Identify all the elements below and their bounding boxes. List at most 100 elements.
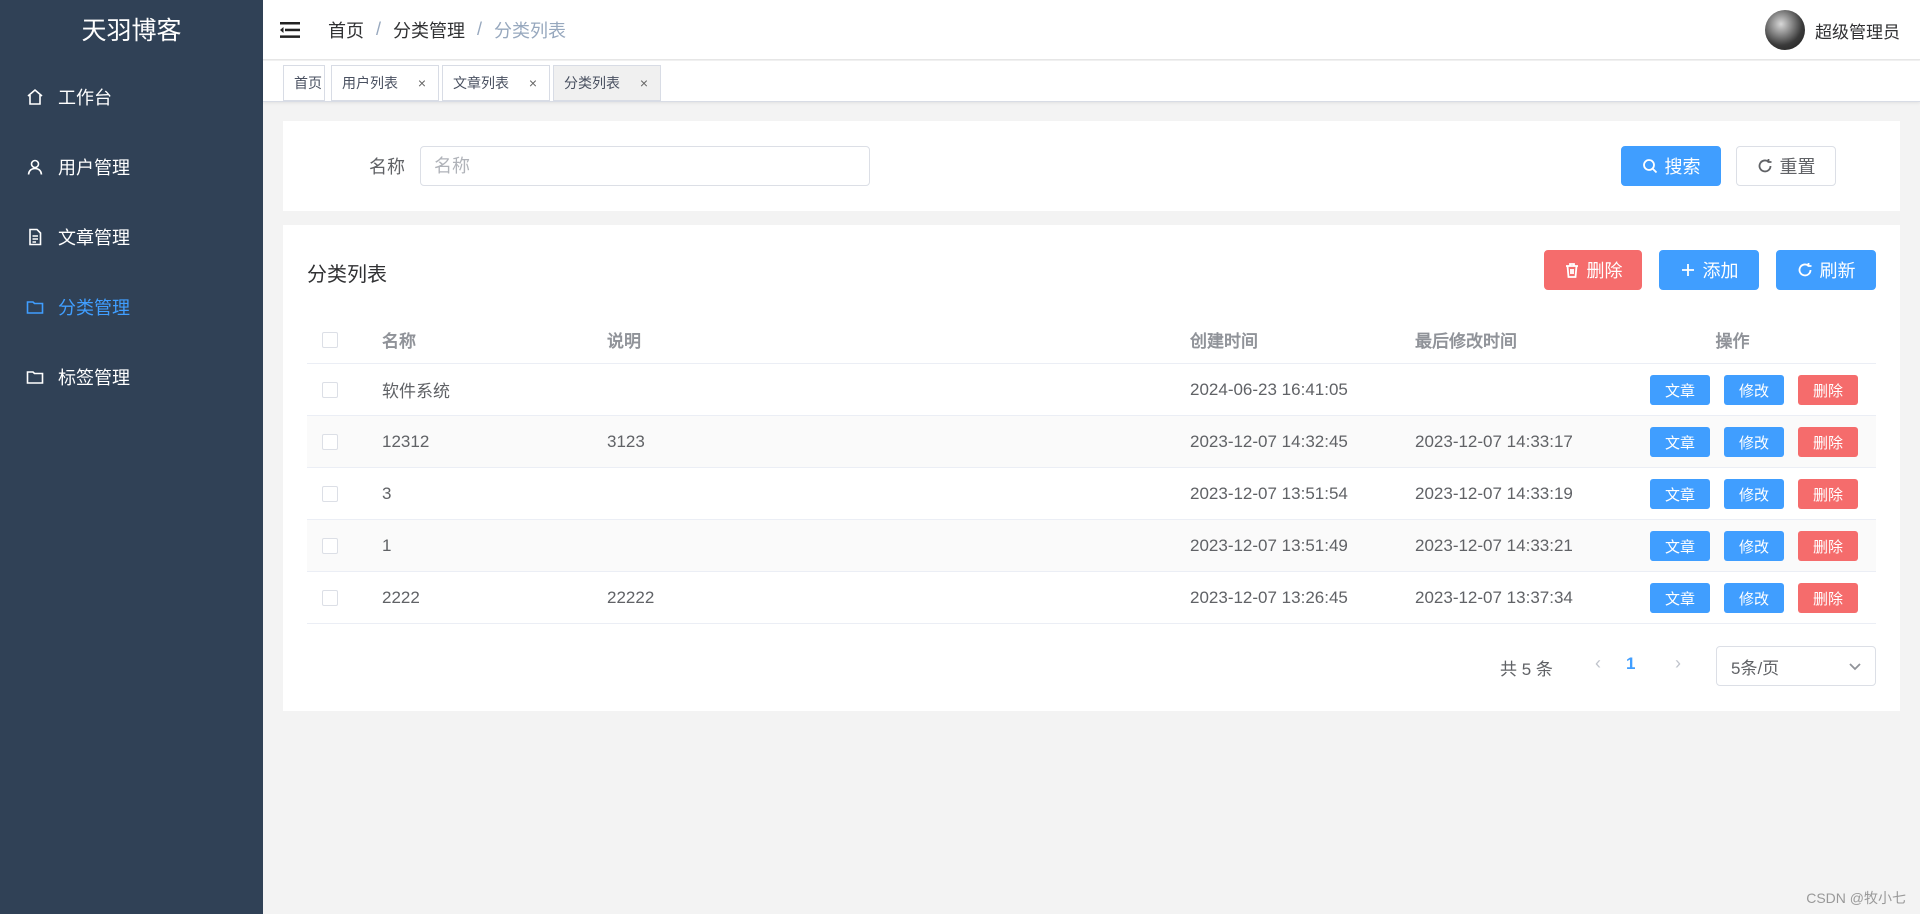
close-icon[interactable]: × [529,75,537,91]
close-icon[interactable]: × [418,75,426,91]
tab-category-list[interactable]: 分类列表 × [553,65,661,101]
search-icon [1642,159,1657,174]
sidebar-item-categories[interactable]: 分类管理 [0,272,263,342]
watermark: CSDN @牧小七 [1806,890,1906,906]
sidebar-item-tags[interactable]: 标签管理 [0,342,263,412]
sidebar-item-label: 用户管理 [58,158,130,178]
reset-button[interactable]: 重置 [1736,146,1836,186]
close-icon[interactable]: × [640,75,648,91]
app-logo-title: 天羽博客 [81,17,182,45]
user-icon [26,158,44,176]
page-size-select[interactable]: 5条/页 [1716,646,1876,686]
column-header-created: 创建时间 [1190,332,1258,351]
tab-label: 文章列表 [453,75,509,91]
cell-name: 1 [382,535,392,555]
row-checkbox[interactable] [322,485,338,502]
row-checkbox[interactable] [322,381,338,398]
row-checkbox[interactable] [322,433,338,450]
row-edit-button[interactable]: 修改 [1724,375,1784,405]
cell-name: 3 [382,483,392,503]
chevron-down-icon [1849,663,1861,671]
breadcrumb-separator: / [477,19,483,39]
batch-delete-button[interactable]: 删除 [1544,250,1642,290]
row-checkbox[interactable] [322,537,338,554]
cell-actions: 文章 修改 删除 [1619,520,1858,571]
sidebar-item-users[interactable]: 用户管理 [0,132,263,202]
refresh-icon [1758,159,1771,173]
tab-home[interactable]: 首页 [283,65,325,101]
row-delete-button[interactable]: 删除 [1798,479,1858,509]
sidebar-item-label: 标签管理 [58,368,130,388]
row-checkbox[interactable] [322,589,338,606]
cell-modified-time: 2023-12-07 13:37:34 [1415,587,1573,607]
cell-created-time: 2023-12-07 14:32:45 [1190,431,1348,451]
row-edit-button[interactable]: 修改 [1724,531,1784,561]
sidebar-item-label: 工作台 [58,88,112,108]
cell-actions: 文章 修改 删除 [1619,364,1858,415]
prev-page-button[interactable]: ‹ [1586,653,1610,677]
search-button[interactable]: 搜索 [1621,146,1721,186]
search-form: 名称 搜索 重置 [283,121,1900,211]
cell-created-time: 2023-12-07 13:51:49 [1190,535,1348,555]
page-number-1[interactable]: 1 [1626,654,1635,674]
sidebar-item-label: 分类管理 [58,298,130,318]
add-button[interactable]: 添加 [1659,250,1759,290]
table-header-row: 名称 说明 创建时间 最后修改时间 操作 [307,316,1876,364]
sidebar-item-workbench[interactable]: 工作台 [0,62,263,132]
cell-modified-time: 2023-12-07 14:33:21 [1415,535,1573,555]
row-delete-button[interactable]: 删除 [1798,583,1858,613]
search-button-label: 搜索 [1664,157,1701,177]
row-delete-button[interactable]: 删除 [1798,427,1858,457]
column-header-actions: 操作 [1715,332,1750,351]
row-article-button[interactable]: 文章 [1650,531,1710,561]
breadcrumb-category-management[interactable]: 分类管理 [393,17,465,43]
add-button-label: 添加 [1702,261,1739,281]
category-table-card: 分类列表 删除 添加 刷新 名称 说明 创建时间 最后修改时间 操作 软件系统 2… [283,225,1900,711]
row-article-button[interactable]: 文章 [1650,375,1710,405]
cell-name: 12312 [382,431,430,451]
row-article-button[interactable]: 文章 [1650,427,1710,457]
row-article-button[interactable]: 文章 [1650,583,1710,613]
cell-description: 3123 [607,431,645,451]
sidebar-item-articles[interactable]: 文章管理 [0,202,263,272]
row-edit-button[interactable]: 修改 [1724,479,1784,509]
row-article-button[interactable]: 文章 [1650,479,1710,509]
row-edit-button[interactable]: 修改 [1724,427,1784,457]
plus-icon [1681,264,1694,276]
cell-name: 2222 [382,587,420,607]
avatar[interactable] [1765,10,1805,50]
breadcrumb: 首页 / 分类管理 / 分类列表 [328,17,566,43]
hamburger-menu-icon[interactable] [280,21,300,39]
row-delete-button[interactable]: 删除 [1798,531,1858,561]
column-header-name: 名称 [382,332,416,351]
cell-description: 22222 [607,587,655,607]
pagination-total: 共 5 条 [1500,660,1553,679]
tab-user-list[interactable]: 用户列表 × [331,65,439,101]
cell-modified-time: 2023-12-07 14:33:17 [1415,431,1573,451]
document-icon [26,228,44,246]
user-menu[interactable]: 超级管理员 [1765,10,1900,50]
cell-actions: 文章 修改 删除 [1619,572,1858,623]
name-search-input[interactable] [420,146,870,186]
tab-label: 分类列表 [564,75,620,91]
top-header: 首页 / 分类管理 / 分类列表 超级管理员 [263,0,1920,60]
tab-article-list[interactable]: 文章列表 × [442,65,550,101]
next-page-button[interactable]: › [1666,653,1690,677]
cell-created-time: 2023-12-07 13:26:45 [1190,587,1348,607]
breadcrumb-separator: / [376,19,382,39]
refresh-button[interactable]: 刷新 [1776,250,1876,290]
column-header-modified: 最后修改时间 [1415,332,1517,351]
tab-label: 首页 [294,75,322,91]
cell-name: 软件系统 [382,382,450,401]
cell-created-time: 2023-12-07 13:51:54 [1190,483,1348,503]
row-edit-button[interactable]: 修改 [1724,583,1784,613]
cell-created-time: 2024-06-23 16:41:05 [1190,379,1348,399]
row-delete-button[interactable]: 删除 [1798,375,1858,405]
select-all-checkbox[interactable] [322,331,338,348]
table-row: 1 2023-12-07 13:51:49 2023-12-07 14:33:21 文… [307,520,1876,572]
home-icon [26,88,44,106]
breadcrumb-home[interactable]: 首页 [328,17,364,43]
user-name[interactable]: 超级管理员 [1815,18,1900,43]
table-row: 2222 22222 2023-12-07 13:26:45 2023-12-07 1… [307,572,1876,624]
cell-modified-time: 2023-12-07 14:33:19 [1415,483,1573,503]
